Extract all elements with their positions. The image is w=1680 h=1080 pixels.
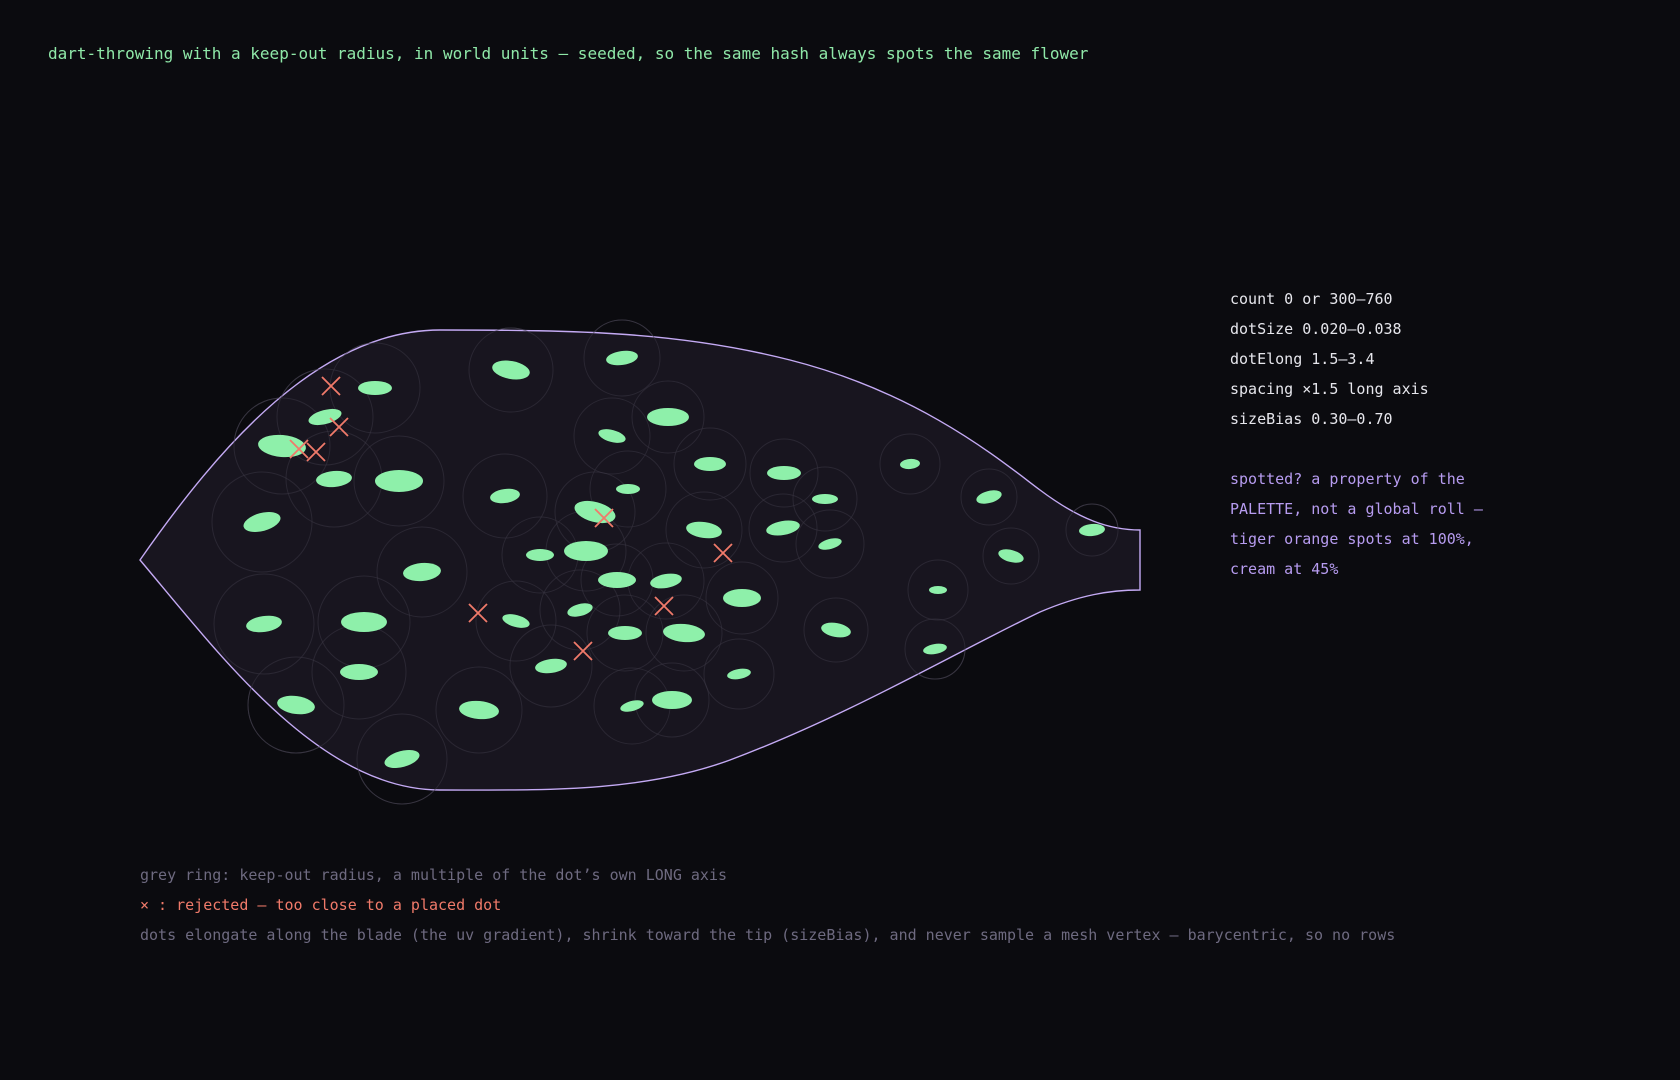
- legend-grey-ring: grey ring: keep‑out radius, a multiple o…: [140, 866, 727, 884]
- param-size-bias: sizeBias 0.30–0.70: [1230, 410, 1393, 428]
- placed-dot: [652, 691, 692, 709]
- palette-note-line: PALETTE, not a global roll —: [1230, 500, 1483, 518]
- param-count: count 0 or 300–760: [1230, 290, 1393, 308]
- parameter-list: count 0 or 300–760 dotSize 0.020–0.038 d…: [1230, 284, 1429, 434]
- placed-dot: [526, 549, 554, 561]
- placed-dot: [564, 541, 608, 561]
- palette-note-line: cream at 45%: [1230, 560, 1339, 578]
- placed-dot: [812, 494, 838, 504]
- palette-note-line: tiger orange spots at 100%,: [1230, 530, 1474, 548]
- legend-rejected: × : rejected — too close to a placed dot: [140, 896, 502, 914]
- placed-dot: [647, 408, 689, 426]
- placed-dot: [723, 589, 761, 607]
- legend-dots: dots elongate along the blade (the uv gr…: [140, 926, 1396, 944]
- placed-dot: [929, 586, 947, 594]
- placed-dot: [340, 664, 378, 680]
- placed-dot: [608, 626, 642, 640]
- placed-dot: [616, 484, 640, 494]
- placed-dot: [598, 572, 636, 588]
- placed-dot: [375, 470, 423, 492]
- palette-note: spotted? a property of the PALETTE, not …: [1230, 464, 1483, 584]
- param-spacing: spacing ×1.5 long axis: [1230, 380, 1429, 398]
- legend: grey ring: keep‑out radius, a multiple o…: [140, 860, 1395, 950]
- placed-dot: [767, 466, 801, 480]
- placed-dot: [341, 612, 387, 632]
- param-dot-size: dotSize 0.020–0.038: [1230, 320, 1402, 338]
- placed-dot: [358, 381, 392, 395]
- palette-note-line: spotted? a property of the: [1230, 470, 1465, 488]
- placed-dot: [694, 457, 726, 471]
- param-dot-elong: dotElong 1.5–3.4: [1230, 350, 1375, 368]
